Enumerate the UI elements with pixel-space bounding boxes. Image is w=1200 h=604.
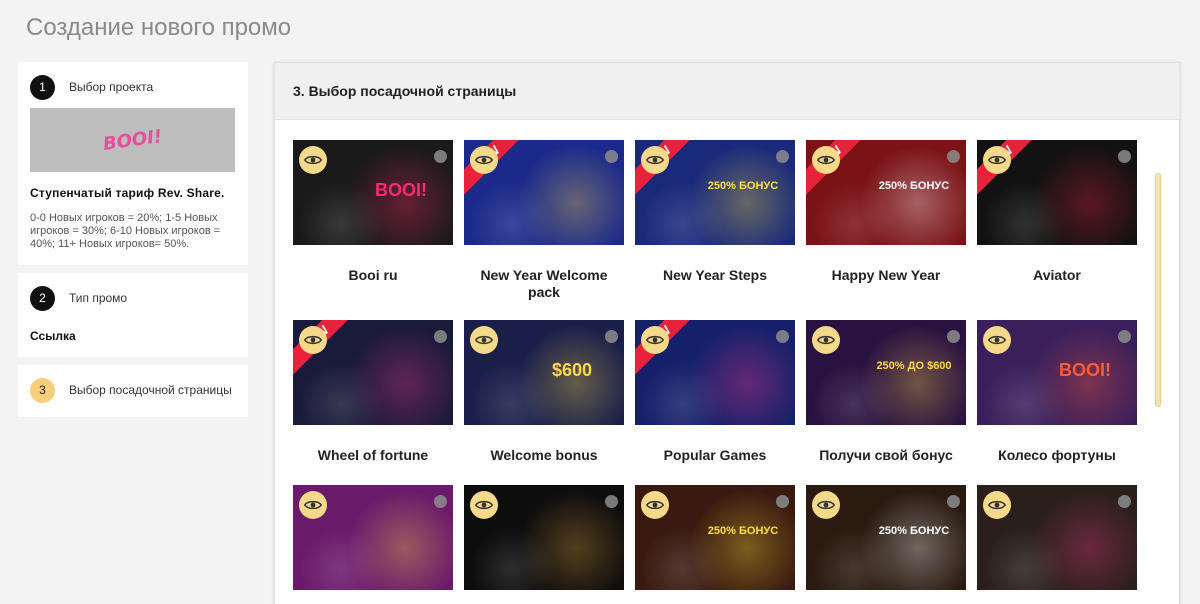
- landing-thumbnail[interactable]: NEW250% БОНУС: [806, 140, 966, 245]
- thumbnail-caption: 250% ДО $600: [876, 360, 952, 372]
- landing-title: Wheel of fortune: [317, 447, 429, 463]
- step-label: Выбор проекта: [69, 80, 154, 94]
- landing-card[interactable]: NEW250% БОНУС Happy New Year: [806, 140, 966, 284]
- eye-icon[interactable]: [983, 326, 1011, 354]
- select-radio-icon[interactable]: [776, 330, 789, 343]
- tariff-title: Ступенчатый тариф Rev. Share.: [30, 186, 225, 200]
- landing-title: Happy New Year: [831, 267, 941, 283]
- landing-card[interactable]: 250% ДО $600 Получи свой бонус: [806, 320, 966, 464]
- scrollbar[interactable]: [1155, 141, 1161, 604]
- landing-title: Popular Games: [663, 447, 767, 463]
- eye-icon[interactable]: [983, 491, 1011, 519]
- landing-thumbnail[interactable]: [293, 485, 453, 590]
- landing-card[interactable]: NEW New Year Welcome pack: [464, 140, 624, 301]
- select-radio-icon[interactable]: [776, 495, 789, 508]
- project-logo: BOOI!: [101, 125, 164, 155]
- select-radio-icon[interactable]: [434, 150, 447, 163]
- step-number: 3: [30, 377, 55, 403]
- landing-card[interactable]: [977, 485, 1137, 590]
- panel-header: 3. Выбор посадочной страницы: [275, 63, 1179, 120]
- select-radio-icon[interactable]: [947, 150, 960, 163]
- landing-card[interactable]: [464, 485, 624, 590]
- landing-card[interactable]: 250% БОНУС: [806, 485, 966, 590]
- landing-thumbnail[interactable]: [977, 485, 1137, 590]
- landing-card[interactable]: [293, 485, 453, 590]
- eye-icon[interactable]: [470, 491, 498, 519]
- eye-icon[interactable]: [470, 146, 498, 174]
- step-label: Выбор посадочной страницы: [69, 383, 232, 397]
- select-radio-icon[interactable]: [947, 495, 960, 508]
- thumbnail-caption: $600: [551, 360, 593, 380]
- eye-icon[interactable]: [983, 146, 1011, 174]
- select-radio-icon[interactable]: [947, 330, 960, 343]
- select-radio-icon[interactable]: [1118, 150, 1131, 163]
- page-title: Создание нового промо: [26, 14, 292, 41]
- landing-card[interactable]: NEW Wheel of fortune: [293, 320, 453, 464]
- thumbnail-caption: 250% БОНУС: [878, 180, 950, 192]
- eye-icon[interactable]: [812, 326, 840, 354]
- landing-card[interactable]: $600 Welcome bonus: [464, 320, 624, 464]
- landing-panel: 3. Выбор посадочной страницы BOOI! Booi r…: [274, 62, 1180, 604]
- eye-icon[interactable]: [299, 146, 327, 174]
- landing-thumbnail[interactable]: NEW: [977, 140, 1137, 245]
- select-radio-icon[interactable]: [605, 495, 618, 508]
- eye-icon[interactable]: [641, 146, 669, 174]
- eye-icon[interactable]: [470, 326, 498, 354]
- thumbnail-caption: 250% БОНУС: [878, 525, 950, 537]
- eye-icon[interactable]: [299, 491, 327, 519]
- landing-thumbnail[interactable]: NEW250% БОНУС: [635, 140, 795, 245]
- landing-thumbnail[interactable]: NEW: [293, 320, 453, 425]
- select-radio-icon[interactable]: [1118, 495, 1131, 508]
- landing-title: New Year Steps: [662, 267, 768, 283]
- landing-card[interactable]: NEW Popular Games: [635, 320, 795, 464]
- steps-sidebar: 1 Выбор проекта BOOI! Ступенчатый тариф …: [18, 62, 248, 425]
- step-promo-type[interactable]: 2 Тип промо Ссылка: [18, 273, 248, 357]
- landing-card[interactable]: NEW Aviator: [977, 140, 1137, 284]
- step-label: Тип промо: [69, 291, 128, 305]
- landing-title: Welcome bonus: [490, 447, 598, 463]
- eye-icon[interactable]: [641, 326, 669, 354]
- landing-title: Aviator: [1033, 267, 1081, 283]
- landing-card[interactable]: 250% БОНУС: [635, 485, 795, 590]
- select-radio-icon[interactable]: [1118, 330, 1131, 343]
- step-select-project[interactable]: 1 Выбор проекта BOOI! Ступенчатый тариф …: [18, 62, 248, 265]
- panel-title: 3. Выбор посадочной страницы: [293, 83, 517, 99]
- eye-icon[interactable]: [641, 491, 669, 519]
- landing-thumbnail[interactable]: BOOI!: [977, 320, 1137, 425]
- landing-title: Получи свой бонус: [819, 447, 953, 463]
- thumbnail-caption: BOOI!: [375, 180, 427, 200]
- step-number: 2: [30, 285, 55, 311]
- promo-type-value: Ссылка: [30, 329, 76, 343]
- landing-thumbnail[interactable]: [464, 485, 624, 590]
- thumbnail-caption: 250% БОНУС: [707, 525, 779, 537]
- thumbnail-caption: 250% БОНУС: [707, 180, 779, 192]
- eye-icon[interactable]: [299, 326, 327, 354]
- select-radio-icon[interactable]: [605, 330, 618, 343]
- landing-title: Колесо фортуны: [998, 447, 1116, 463]
- landing-card[interactable]: NEW250% БОНУС New Year Steps: [635, 140, 795, 284]
- landing-thumbnail[interactable]: 250% БОНУС: [806, 485, 966, 590]
- landing-thumbnail[interactable]: NEW: [635, 320, 795, 425]
- eye-icon[interactable]: [812, 491, 840, 519]
- select-radio-icon[interactable]: [434, 495, 447, 508]
- landing-thumbnail[interactable]: 250% БОНУС: [635, 485, 795, 590]
- step-landing-page[interactable]: 3 Выбор посадочной страницы: [18, 365, 248, 417]
- landing-thumbnail[interactable]: 250% ДО $600: [806, 320, 966, 425]
- landing-title: New Year Welcome pack: [480, 267, 608, 300]
- eye-icon[interactable]: [812, 146, 840, 174]
- select-radio-icon[interactable]: [434, 330, 447, 343]
- landing-thumbnail[interactable]: $600: [464, 320, 624, 425]
- select-radio-icon[interactable]: [776, 150, 789, 163]
- landing-thumbnail[interactable]: NEW: [464, 140, 624, 245]
- landing-title: Booi ru: [348, 267, 398, 283]
- thumbnail-caption: BOOI!: [1059, 360, 1111, 380]
- step-number: 1: [30, 74, 55, 100]
- select-radio-icon[interactable]: [605, 150, 618, 163]
- scrollbar-thumb[interactable]: [1155, 173, 1161, 407]
- project-thumbnail: BOOI!: [30, 108, 235, 172]
- landing-card[interactable]: BOOI! Booi ru: [293, 140, 453, 284]
- tariff-description: 0-0 Новых игроков = 20%; 1-5 Новых игрок…: [30, 212, 221, 250]
- landing-thumbnail[interactable]: BOOI!: [293, 140, 453, 245]
- landing-card[interactable]: BOOI! Колесо фортуны: [977, 320, 1137, 464]
